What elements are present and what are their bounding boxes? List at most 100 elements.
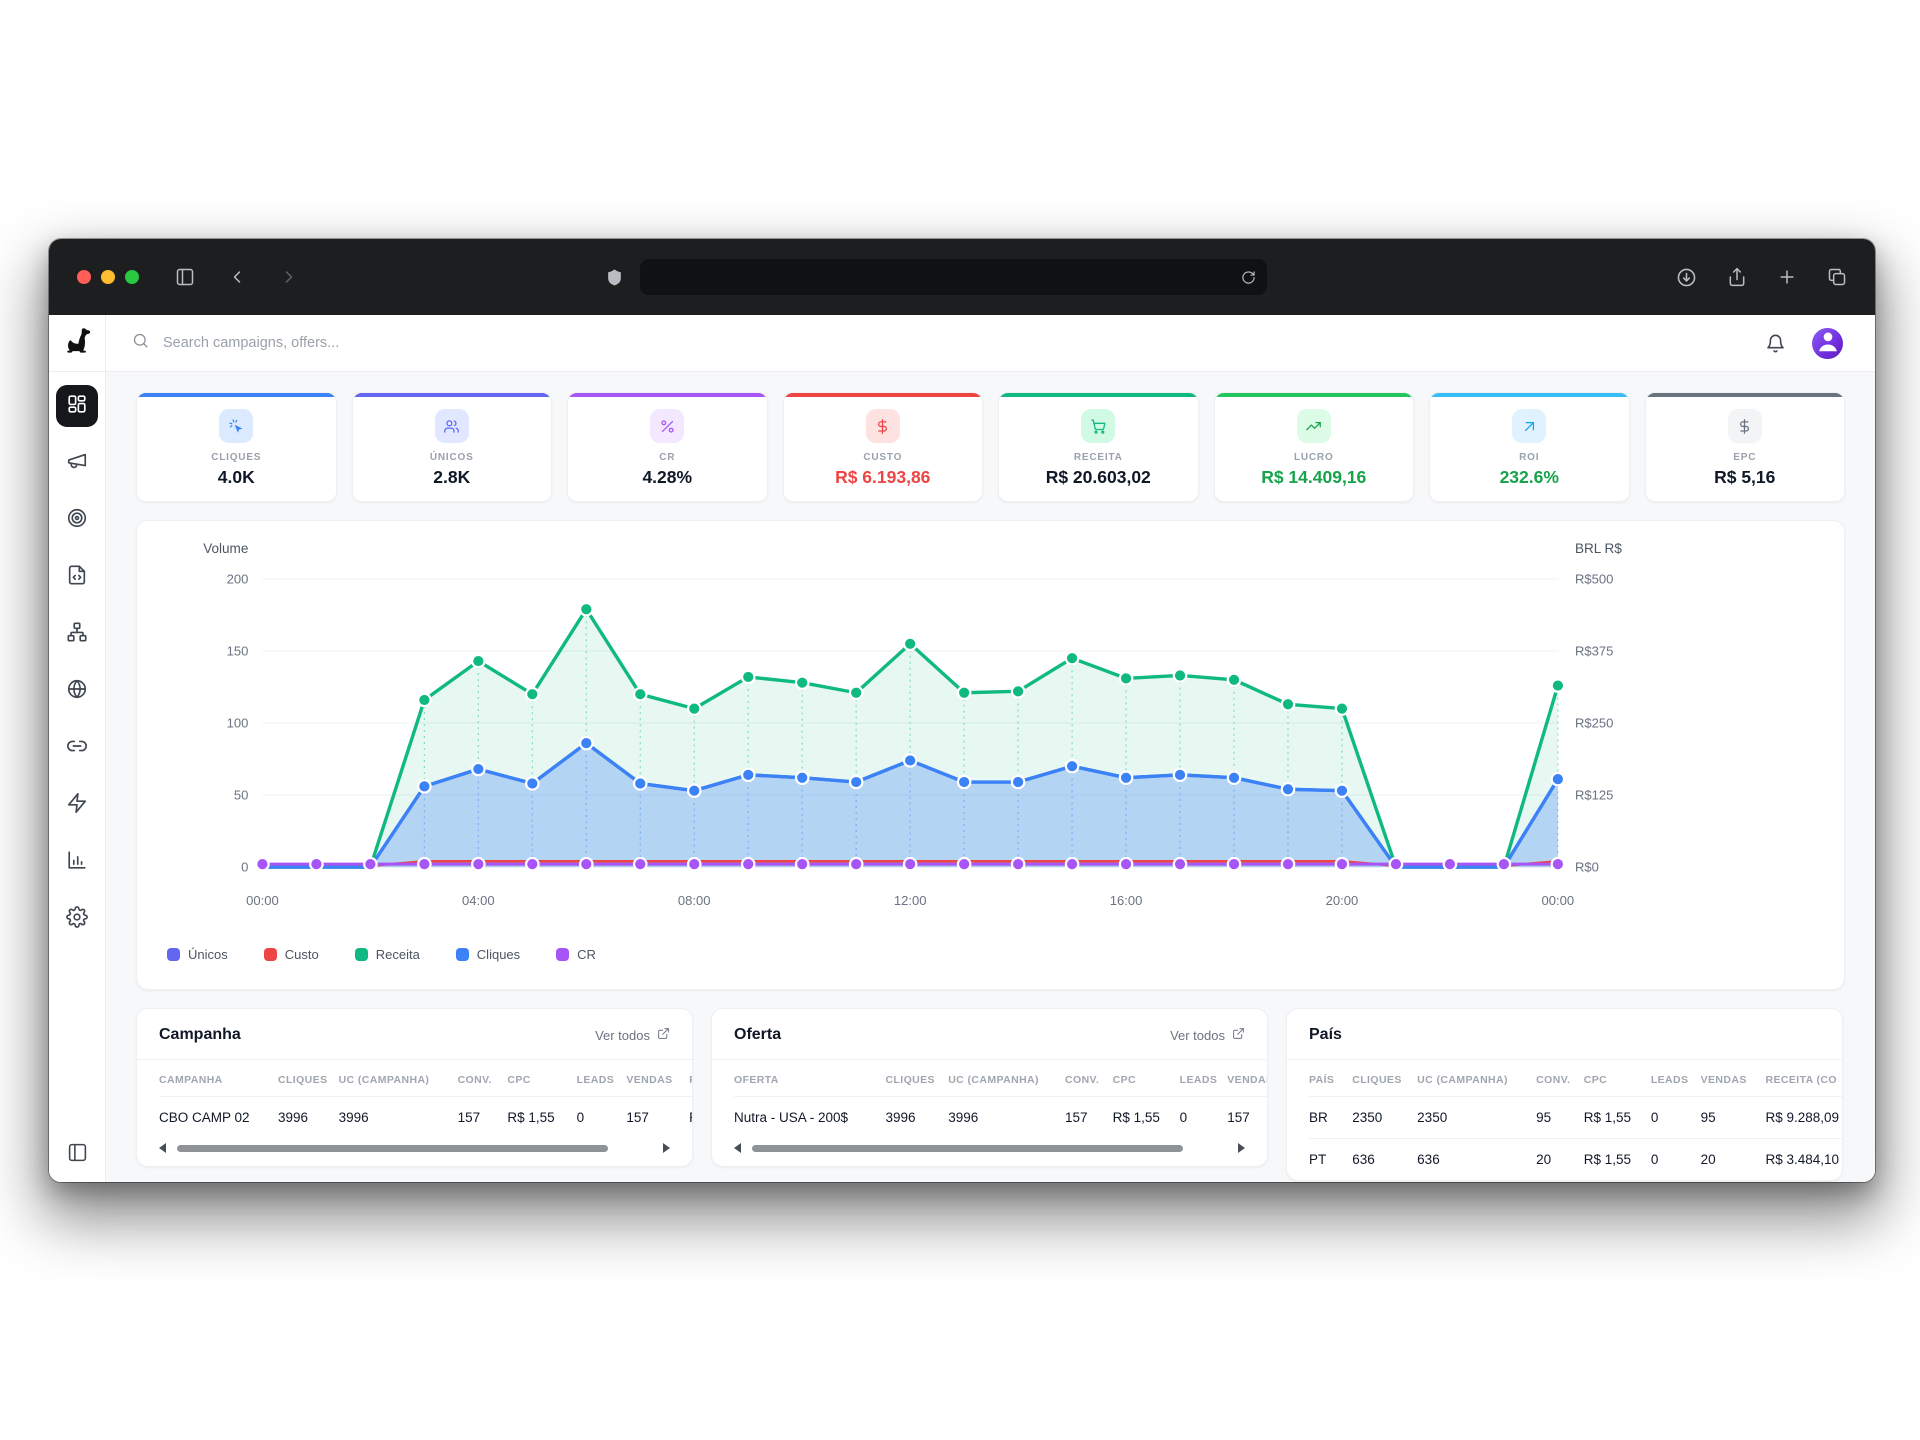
kpi-card-cliques: CLIQUES4.0K [136, 392, 337, 502]
dollar-icon [866, 409, 900, 443]
search-bar[interactable] [106, 332, 1765, 354]
kpi-card-custo: CUSTOR$ 6.193,86 [783, 392, 984, 502]
table-cell: 157 [458, 1097, 508, 1139]
table-cell: 2350 [1352, 1097, 1417, 1139]
sidebar-item-campaigns[interactable] [56, 442, 98, 484]
address-bar[interactable] [640, 259, 1267, 295]
table-cell: 636 [1352, 1139, 1417, 1181]
browser-titlebar [49, 239, 1875, 315]
column-header: R [689, 1060, 693, 1097]
table-row: BR2350235095R$ 1,55095R$ 9.288,09 [1309, 1097, 1843, 1139]
panel-title: País [1309, 1026, 1342, 1044]
layout-dashboard-icon [66, 393, 88, 420]
reload-icon[interactable] [1241, 270, 1256, 285]
column-header: CLIQUES [1352, 1060, 1417, 1097]
scrollbar-thumb[interactable] [752, 1145, 1183, 1152]
traffic-lights [77, 270, 139, 284]
table-cell: 3996 [278, 1097, 339, 1139]
legend-swatch [456, 948, 469, 961]
panel-title: Oferta [734, 1026, 781, 1044]
scroll-right-arrow[interactable] [1238, 1143, 1245, 1153]
column-header: CLIQUES [885, 1060, 948, 1097]
legend-item-cliques[interactable]: Cliques [456, 947, 520, 962]
search-icon [132, 332, 149, 354]
svg-text:20:00: 20:00 [1326, 893, 1359, 908]
legend-item-cr[interactable]: CR [556, 947, 596, 962]
trend-up-icon [1297, 409, 1331, 443]
column-header: CAMPANHA [159, 1060, 278, 1097]
link-icon [66, 735, 88, 762]
sidebar-item-automations[interactable] [56, 784, 98, 826]
scrollbar-thumb[interactable] [177, 1145, 608, 1152]
bar-chart-icon [66, 849, 88, 876]
table-cell: 0 [1651, 1139, 1701, 1181]
table-cell: CBO CAMP 02 [159, 1097, 278, 1139]
svg-text:R$375: R$375 [1575, 644, 1613, 659]
zoom-button[interactable] [125, 270, 139, 284]
sidebar-item-settings[interactable] [56, 898, 98, 940]
sidebar-item-reports[interactable] [56, 841, 98, 883]
app-logo[interactable] [49, 315, 106, 371]
sidebar-item-landers[interactable] [56, 556, 98, 598]
notifications-bell-icon[interactable] [1765, 333, 1786, 354]
kpi-card-epc: EPCR$ 5,16 [1645, 392, 1846, 502]
legend-item-receita[interactable]: Receita [355, 947, 420, 962]
svg-text:100: 100 [227, 716, 249, 731]
svg-text:R$0: R$0 [1575, 860, 1599, 875]
dollar-icon [1728, 409, 1762, 443]
table-cell: R$ 1,55 [1584, 1097, 1651, 1139]
kpi-value: R$ 14.409,16 [1215, 467, 1414, 488]
search-input[interactable] [161, 334, 661, 352]
panel-pais: País PAÍSCLIQUESUC (CAMPANHA)CONV.CPCLEA… [1286, 1008, 1843, 1181]
back-icon[interactable] [227, 267, 247, 287]
app-sidebar [49, 372, 106, 1182]
legend-swatch [355, 948, 368, 961]
column-header: LEADS [577, 1060, 627, 1097]
share-icon[interactable] [1727, 267, 1747, 287]
scroll-right-arrow[interactable] [663, 1143, 670, 1153]
file-code-icon [66, 564, 88, 591]
sidebar-item-links[interactable] [56, 727, 98, 769]
table-cell: PT [1309, 1139, 1352, 1181]
kpi-value: R$ 5,16 [1646, 467, 1845, 488]
ver-todos-link[interactable]: Ver todos [595, 1027, 670, 1043]
shield-icon[interactable] [605, 268, 624, 287]
sidebar-item-offers[interactable] [56, 499, 98, 541]
legend-item-únicos[interactable]: Únicos [167, 947, 228, 962]
forward-icon[interactable] [279, 267, 299, 287]
legend-swatch [264, 948, 277, 961]
users-icon [435, 409, 469, 443]
column-header: CPC [1113, 1060, 1180, 1097]
sidebar-item-funnels[interactable] [56, 613, 98, 655]
close-button[interactable] [77, 270, 91, 284]
legend-label: Custo [285, 947, 319, 962]
collapse-sidebar-icon[interactable] [67, 1142, 88, 1168]
svg-text:16:00: 16:00 [1110, 893, 1143, 908]
avatar[interactable] [1812, 328, 1843, 359]
svg-text:04:00: 04:00 [462, 893, 495, 908]
minimize-button[interactable] [101, 270, 115, 284]
column-header: UC (CAMPANHA) [339, 1060, 458, 1097]
scroll-left-arrow[interactable] [159, 1143, 166, 1153]
download-icon[interactable] [1676, 267, 1697, 288]
tab-overview-icon[interactable] [1827, 267, 1847, 287]
sidebar-item-dashboard[interactable] [56, 385, 98, 427]
scroll-left-arrow[interactable] [734, 1143, 741, 1153]
table-cell: 95 [1701, 1097, 1766, 1139]
sidebar-toggle-icon[interactable] [175, 267, 195, 287]
column-header: PAÍS [1309, 1060, 1352, 1097]
svg-text:150: 150 [227, 644, 249, 659]
clicks-icon [219, 409, 253, 443]
svg-text:R$250: R$250 [1575, 716, 1613, 731]
url-input[interactable] [640, 270, 1267, 285]
kpi-label: CR [568, 452, 767, 463]
kpi-card-receita: RECEITAR$ 20.603,02 [998, 392, 1199, 502]
horizontal-scrollbar[interactable] [734, 1143, 1245, 1153]
ver-todos-link[interactable]: Ver todos [1170, 1027, 1245, 1043]
sidebar-item-domains[interactable] [56, 670, 98, 712]
dashboard-app: CLIQUES4.0KÚNICOS2.8KCR4.28%CUSTOR$ 6.19… [49, 315, 1875, 1182]
new-tab-icon[interactable] [1777, 267, 1797, 287]
legend-item-custo[interactable]: Custo [264, 947, 319, 962]
horizontal-scrollbar[interactable] [159, 1143, 670, 1153]
svg-text:R$125: R$125 [1575, 788, 1613, 803]
